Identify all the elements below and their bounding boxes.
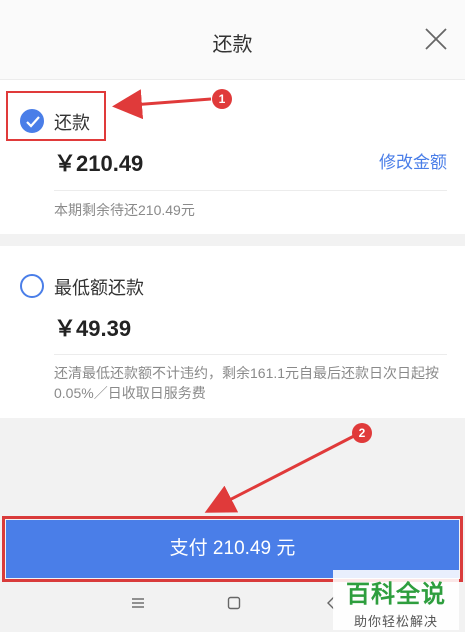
radio-unchecked[interactable]	[20, 274, 44, 298]
dialog-header: 还款	[0, 0, 465, 80]
option-amount: ￥49.39	[54, 316, 132, 341]
repay-option-minimum[interactable]: 最低额还款 ￥49.39 还清最低还款额不计违约，剩余161.1元自最后还款日次…	[0, 246, 465, 418]
empty-area	[0, 418, 465, 518]
option-note: 本期剩余待还210.49元	[54, 202, 195, 218]
edit-amount-link[interactable]: 修改金额	[379, 148, 447, 173]
home-icon[interactable]	[227, 596, 241, 615]
watermark-logo: 百科全说 助你轻松解决	[333, 570, 459, 630]
watermark-main: 百科全说	[346, 581, 446, 608]
annotation-marker-2: 2	[352, 423, 372, 443]
divider	[54, 354, 447, 355]
option-note: 还清最低还款额不计违约，剩余161.1元自最后还款日次日起按0.05%／日收取日…	[54, 365, 440, 401]
option-label: 最低额还款	[54, 278, 144, 298]
dialog-title: 还款	[212, 34, 253, 56]
option-amount: ￥210.49	[54, 151, 144, 176]
close-icon[interactable]	[423, 26, 449, 52]
annotation-marker-1: 1	[212, 89, 232, 109]
annotation-box	[6, 91, 106, 141]
menu-icon[interactable]	[131, 596, 145, 615]
divider	[54, 190, 447, 191]
watermark-sub: 助你轻松解决	[353, 614, 438, 629]
